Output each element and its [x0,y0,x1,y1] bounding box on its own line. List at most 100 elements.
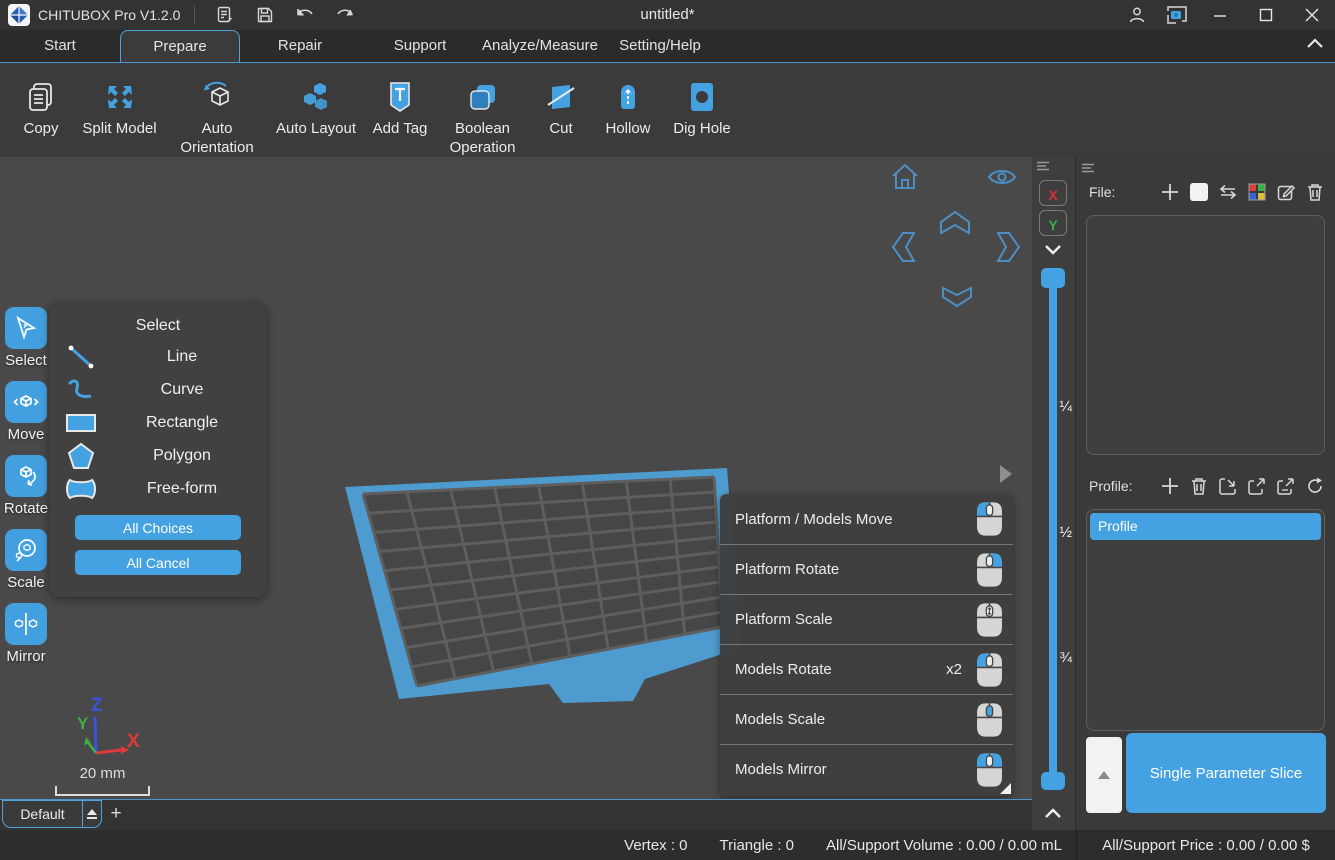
delete-profile-icon[interactable] [1189,476,1209,496]
rotate-left-arrow-icon[interactable] [890,228,916,266]
add-platform-button[interactable]: + [106,804,126,824]
new-project-icon[interactable] [208,2,242,28]
title-bar: CHITUBOX Pro V1.2.0 [0,0,1335,30]
tool-scale[interactable]: Scale [2,529,50,591]
hollow-icon [616,78,640,116]
viewport-3d[interactable]: Select Move [0,157,1032,799]
layer-range-top-handle[interactable] [1041,268,1065,288]
rotate-up-arrow-icon[interactable] [936,209,974,235]
select-tool-icon [5,307,47,349]
tab-start[interactable]: Start [0,30,120,62]
maximize-button[interactable] [1243,0,1289,30]
select-option-rectangle[interactable]: Rectangle [50,406,266,439]
export-profile-icon[interactable] [1247,476,1267,496]
mirror-y-button[interactable]: Y [1039,210,1067,236]
menu-tab-row: Start Prepare Repair Support Analyze/Mea… [0,30,1335,63]
mouse-scroll-wheel-icon [976,602,1003,638]
auto-layout-button[interactable]: Auto Layout [267,63,365,157]
auto-orientation-button[interactable]: Auto Orientation [167,63,267,157]
auto-layout-icon [300,78,332,116]
tab-repair[interactable]: Repair [240,30,360,62]
share-profile-icon[interactable] [1276,476,1296,496]
double-click-badge: x2 [946,661,962,678]
scale-label: 20 mm [55,765,150,782]
tab-support[interactable]: Support [360,30,480,62]
profile-section-label: Profile: [1089,478,1133,494]
tab-analyze-measure[interactable]: Analyze/Measure [480,30,600,62]
file-list[interactable] [1086,215,1325,455]
rotate-right-arrow-icon[interactable] [996,228,1022,266]
select-option-polygon[interactable]: Polygon [50,439,266,472]
tool-select[interactable]: Select [2,307,50,369]
sync-profile-icon[interactable] [1305,476,1325,496]
tool-rotate[interactable]: Rotate [2,455,50,517]
tab-prepare[interactable]: Prepare [120,30,240,62]
volume-readout: All/Support Volume : 0.00 / 0.00 mL [826,837,1062,854]
select-option-line[interactable]: Line [50,340,266,373]
y-axis-label: Y [77,714,89,733]
slider-bottom-chevron-icon[interactable] [1043,807,1063,819]
hollow-button[interactable]: Hollow [592,63,664,157]
rename-icon[interactable] [1276,182,1296,202]
all-choices-button[interactable]: All Choices [75,515,241,540]
delete-file-icon[interactable] [1305,182,1325,202]
file-toolbar [1160,182,1325,202]
up-triangle-icon [1098,771,1110,779]
add-tag-button[interactable]: Add Tag [365,63,435,157]
rotate-down-arrow-icon[interactable] [938,285,976,309]
panel-menu-icon[interactable] [1081,163,1095,173]
strip-menu-icon[interactable] [1036,161,1050,171]
single-parameter-slice-button[interactable]: Single Parameter Slice [1126,733,1326,813]
copy-button[interactable]: Copy [10,63,72,157]
close-button[interactable] [1289,0,1335,30]
mirror-x-button[interactable]: X [1039,180,1067,206]
profile-list-item-selected[interactable]: Profile [1090,513,1321,540]
eject-platform-icon[interactable] [82,801,101,827]
chitubox-window: CHITUBOX Pro V1.2.0 [0,0,1335,860]
all-cancel-button[interactable]: All Cancel [75,550,241,575]
mouse-right-button-icon [976,552,1003,588]
tool-move[interactable]: Move [2,381,50,443]
polygon-icon [50,441,112,471]
split-model-button[interactable]: Split Model [72,63,167,157]
slice-mode-toggle[interactable] [1086,737,1122,813]
scale-line [55,786,150,796]
triangle-count: Triangle : 0 [720,837,794,854]
boolean-operation-button[interactable]: Boolean Operation [435,63,530,157]
mouse-guide-panel: Platform / Models Move Platform Rotate P… [720,494,1013,796]
layer-range-track[interactable] [1049,280,1057,790]
profile-list[interactable]: Profile [1086,509,1325,731]
tool-mirror[interactable]: Mirror [2,603,50,665]
panel-resize-handle[interactable] [1000,783,1011,794]
save-icon[interactable] [248,2,282,28]
cut-button[interactable]: Cut [530,63,592,157]
import-profile-icon[interactable] [1218,476,1238,496]
collapse-ribbon-icon[interactable] [1305,36,1327,56]
mouse-guide-row: Models Mirror [720,744,1013,794]
add-file-icon[interactable] [1160,182,1180,202]
slider-top-chevron-icon[interactable] [1043,243,1063,255]
layer-range-bottom-handle[interactable] [1041,772,1065,790]
tab-setting-help[interactable]: Setting/Help [600,30,720,62]
color-group-icon[interactable] [1247,182,1267,202]
add-profile-icon[interactable] [1160,476,1180,496]
visibility-eye-icon[interactable] [987,167,1017,187]
dig-hole-button[interactable]: Dig Hole [664,63,740,157]
mouse-guide-row: Models Scale [720,694,1013,744]
minimize-button[interactable] [1197,0,1243,30]
select-option-curve[interactable]: Curve [50,373,266,406]
copy-icon [25,78,57,116]
select-all-square-icon[interactable] [1189,182,1209,202]
select-option-free-form[interactable]: Free-form [50,472,266,505]
free-form-icon [50,476,112,502]
screenshot-icon[interactable] [1160,2,1194,28]
file-section-label: File: [1089,184,1115,200]
undo-icon[interactable] [288,2,322,28]
invert-selection-icon[interactable] [1218,182,1238,202]
z-axis-label: Z [91,695,103,716]
redo-icon[interactable] [328,2,362,28]
account-icon[interactable] [1120,2,1154,28]
home-view-icon[interactable] [889,162,921,192]
panel-expand-arrow-icon[interactable] [1000,465,1012,483]
platform-tab-default[interactable]: Default [2,800,102,828]
